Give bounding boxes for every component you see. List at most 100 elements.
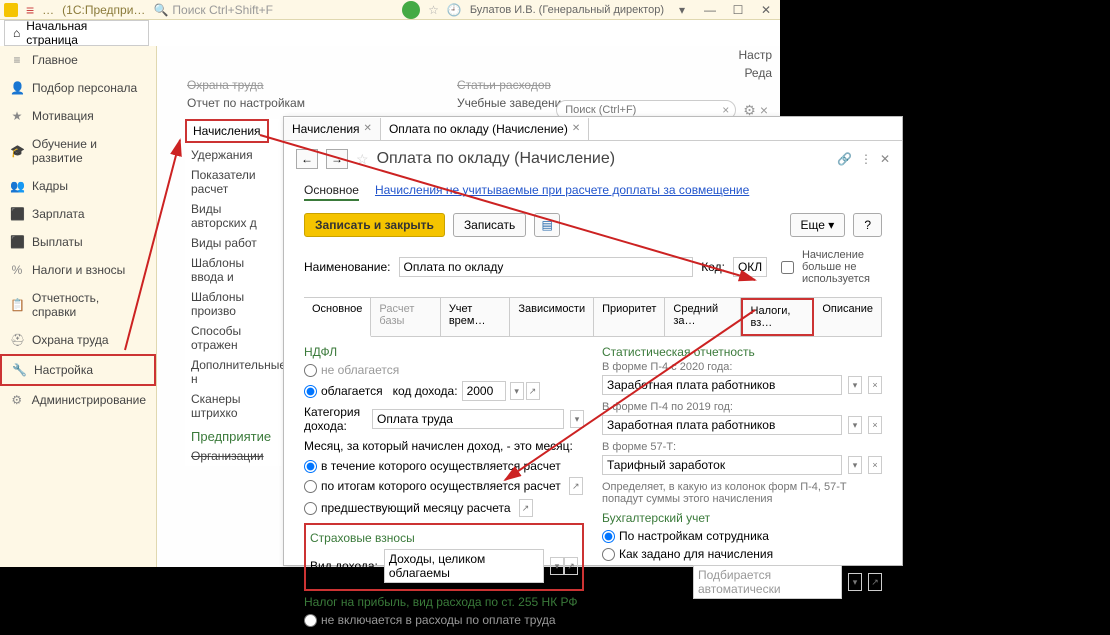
report-icon[interactable]: ▤ (534, 213, 560, 237)
more-icon[interactable]: ⋮ (860, 152, 872, 166)
section-nav-item[interactable]: Организации (185, 446, 285, 466)
link-icon[interactable]: 🔗 (837, 152, 852, 166)
close-icon[interactable]: ✕ (364, 123, 372, 134)
sidebar-item[interactable]: ≡Главное (0, 46, 156, 74)
content-link[interactable]: Отчет по настройкам (187, 94, 457, 112)
global-search[interactable]: 🔍 Поиск Ctrl+Shift+F (153, 3, 313, 17)
minimize-button[interactable]: — (700, 3, 720, 17)
section-nav-item-nachisleniya[interactable]: Начисления (185, 119, 269, 143)
subtab-base[interactable]: Расчет базы (371, 298, 440, 336)
sidebar-item[interactable]: ⬛Зарплата (0, 200, 156, 228)
favorites-icon[interactable]: ☆ (428, 3, 439, 17)
open-icon[interactable]: ↗ (519, 499, 533, 517)
section-nav-item[interactable]: Показатели расчет (185, 165, 285, 199)
sidebar-item[interactable]: 🔧Настройка (0, 354, 156, 386)
dropdown-icon[interactable]: ▾ (848, 573, 862, 591)
section-nav-item[interactable]: Виды авторских д (185, 199, 285, 233)
tab-nachisleniya[interactable]: Начисления ✕ (284, 118, 381, 140)
tab-home[interactable]: ⌂ Начальная страница (4, 20, 149, 46)
clear-search-icon[interactable]: × (722, 103, 729, 117)
section-nav-item[interactable]: Шаблоны ввода и (185, 253, 285, 287)
subtab-taxes[interactable]: Налоги, вз… (741, 298, 815, 336)
section-nav-item[interactable]: Дополнительные н (185, 355, 285, 389)
p4-2020-select[interactable]: Заработная плата работников (602, 375, 842, 395)
dropdown-icon[interactable]: ▾ (672, 3, 692, 17)
tab-oplata[interactable]: Оплата по окладу (Начисление) ✕ (381, 118, 589, 140)
f57-select[interactable]: Тарифный заработок (602, 455, 842, 475)
subtab-priority[interactable]: Приоритет (594, 298, 665, 336)
section-nav-item[interactable]: Способы отражен (185, 321, 285, 355)
close-button[interactable]: ✕ (756, 3, 776, 17)
open-icon[interactable]: ↗ (564, 557, 578, 575)
subtab-average[interactable]: Средний за… (665, 298, 740, 336)
category-select[interactable]: Оплата труда (372, 409, 564, 429)
dropdown-icon[interactable]: ▾ (510, 382, 524, 400)
content-link[interactable]: Реда (738, 64, 772, 82)
save-button[interactable]: Записать (453, 213, 526, 237)
acc-opt1-radio[interactable] (602, 530, 615, 543)
help-button[interactable]: ? (853, 213, 882, 237)
dropdown-icon[interactable]: ▾ (550, 557, 564, 575)
income-code-input[interactable] (462, 381, 506, 401)
sidebar-item[interactable]: ⚙Администрирование (0, 386, 156, 414)
sidebar-item[interactable]: %Налоги и взносы (0, 256, 156, 284)
link-main[interactable]: Основное (304, 181, 359, 201)
notifications-icon[interactable] (402, 1, 420, 19)
save-close-button[interactable]: Записать и закрыть (304, 213, 445, 237)
clear-icon[interactable]: × (868, 376, 882, 394)
month-opt1-radio[interactable] (304, 460, 317, 473)
dropdown-icon[interactable]: ▾ (848, 456, 862, 474)
subtab-deps[interactable]: Зависимости (510, 298, 594, 336)
close-icon[interactable]: ✕ (572, 123, 580, 134)
section-nav-item[interactable]: Удержания (185, 145, 285, 165)
acc-opt2-radio[interactable] (602, 548, 615, 561)
code-input[interactable] (733, 257, 767, 277)
sidebar-item[interactable]: ★Мотивация (0, 102, 156, 130)
no-longer-checkbox[interactable] (781, 261, 794, 274)
name-input[interactable] (399, 257, 694, 277)
back-button[interactable]: ← (296, 149, 318, 169)
hamburger-icon[interactable]: ≡ (26, 2, 34, 18)
forward-button[interactable]: → (326, 149, 348, 169)
sidebar-item[interactable]: 👥Кадры (0, 172, 156, 200)
ndfl-taxed-radio[interactable] (304, 385, 317, 398)
sidebar-item-icon: ⬛ (10, 235, 24, 249)
sidebar-item-label: Подбор персонала (32, 81, 137, 95)
month-opt2-radio[interactable] (304, 480, 317, 493)
month-opt3-radio[interactable] (304, 502, 317, 515)
link-not-counted[interactable]: Начисления не учитываемые при расчете до… (375, 181, 749, 201)
sidebar-item[interactable]: 👤Подбор персонала (0, 74, 156, 102)
dropdown-icon[interactable]: ▾ (848, 416, 862, 434)
account-select[interactable]: Подбирается автоматически (693, 565, 842, 599)
section-nav-item[interactable]: Виды работ (185, 233, 285, 253)
history-icon[interactable]: 🕘 (447, 3, 462, 17)
clear-icon[interactable]: × (868, 456, 882, 474)
sidebar-item[interactable]: 📋Отчетность, справки (0, 284, 156, 326)
open-icon[interactable]: ↗ (868, 573, 882, 591)
dropdown-icon[interactable]: ▾ (570, 410, 584, 428)
content-link[interactable]: Настр (738, 46, 772, 64)
section-nav-item[interactable]: Сканеры штрихко (185, 389, 285, 423)
section-nav-item[interactable]: Шаблоны произво (185, 287, 285, 321)
more-button[interactable]: Еще ▾ (790, 213, 846, 237)
content-link[interactable]: Охрана труда (187, 76, 457, 94)
open-icon[interactable]: ↗ (526, 382, 540, 400)
dropdown-icon[interactable]: ▾ (848, 376, 862, 394)
sidebar-item[interactable]: ⛑Охрана труда (0, 326, 156, 354)
content-link[interactable]: Статьи расходов (457, 76, 727, 94)
maximize-button[interactable]: ☐ (728, 3, 748, 17)
close-window-icon[interactable]: ✕ (880, 152, 890, 166)
p4-2019-select[interactable]: Заработная плата работников (602, 415, 842, 435)
star-icon[interactable]: ☆ (356, 151, 369, 168)
open-icon[interactable]: ↗ (569, 477, 583, 495)
subtab-time[interactable]: Учет врем… (441, 298, 511, 336)
subtab-desc[interactable]: Описание (814, 298, 882, 336)
sidebar-item[interactable]: ⬛Выплаты (0, 228, 156, 256)
income-type-select[interactable]: Доходы, целиком облагаемы (384, 549, 544, 583)
subtab-main[interactable]: Основное (304, 298, 371, 337)
profit-opt-radio[interactable] (304, 614, 317, 627)
clear-icon[interactable]: × (868, 416, 882, 434)
ndfl-not-taxed-radio[interactable] (304, 364, 317, 377)
current-user[interactable]: Булатов И.В. (Генеральный директор) (470, 4, 664, 16)
sidebar-item[interactable]: 🎓Обучение и развитие (0, 130, 156, 172)
